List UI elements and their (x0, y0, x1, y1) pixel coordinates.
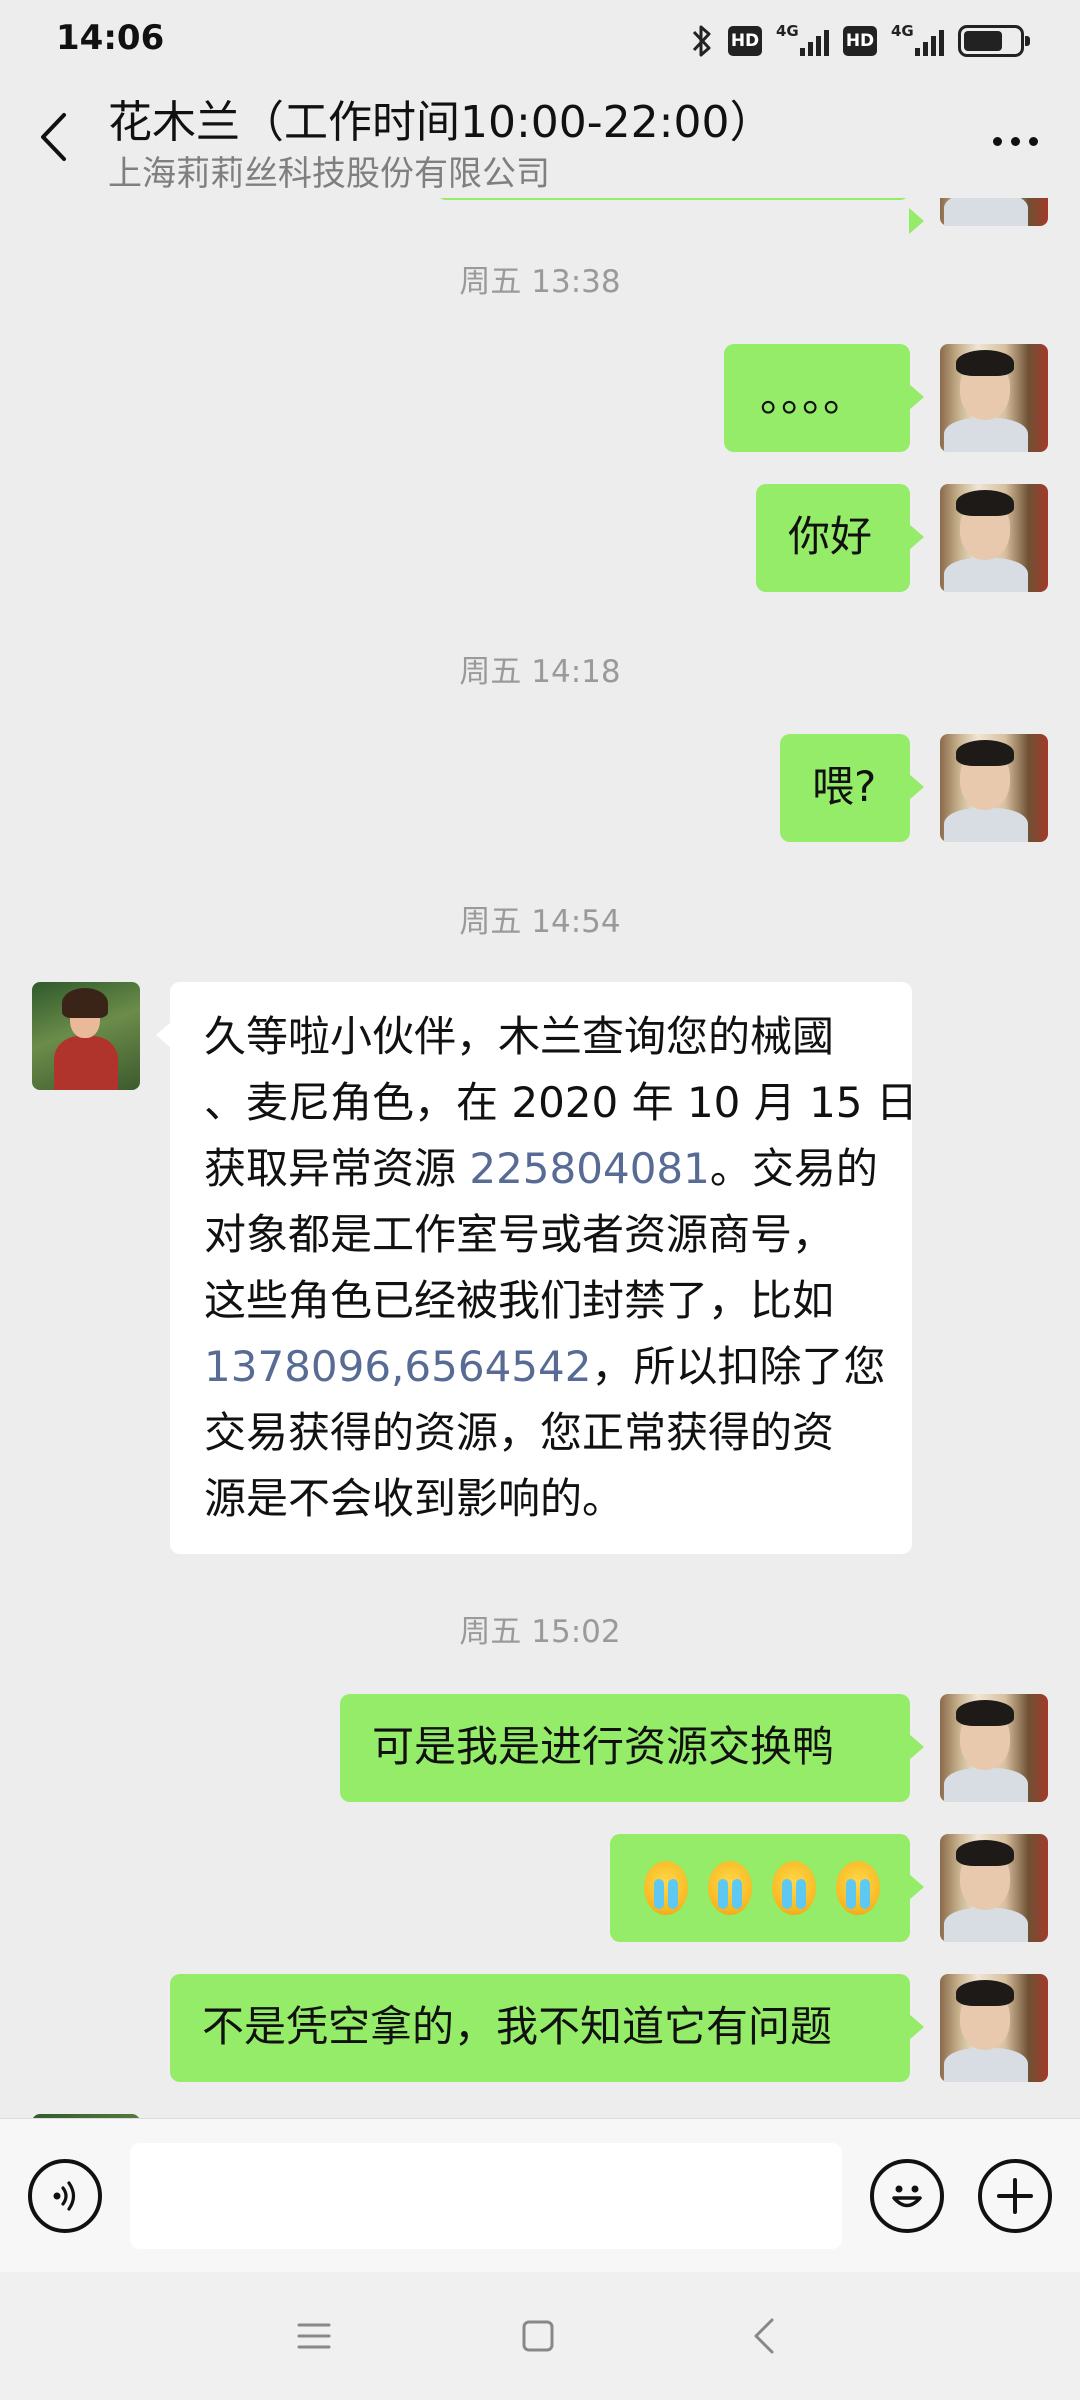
message-text: 喂? (812, 762, 877, 811)
network-type-label: 4G (776, 22, 799, 40)
crying-face-icon (708, 1861, 752, 1915)
message-text: 。。。。 (760, 372, 866, 421)
my-avatar[interactable] (940, 1834, 1048, 1942)
crying-face-icon (772, 1861, 816, 1915)
smiley-icon (892, 2185, 922, 2208)
chat-header: 花木兰（工作时间10:00-22:00） 上海莉莉丝科技股份有限公司 (0, 82, 1080, 198)
status-icons: HD 4G HD 4G (690, 20, 1030, 62)
voice-icon (53, 2181, 76, 2211)
voice-button[interactable] (28, 2159, 102, 2233)
message-bubble[interactable]: 你好 (756, 484, 924, 592)
my-avatar[interactable] (940, 1974, 1048, 2082)
hd-badge: HD (728, 26, 762, 56)
more-options-button[interactable] (980, 116, 1050, 166)
more-dot-icon (992, 136, 1002, 146)
network-type-label-2: 4G (891, 22, 914, 40)
my-avatar[interactable] (940, 484, 1048, 592)
timestamp: 周五 14:18 (459, 654, 621, 690)
crying-face-icon (644, 1861, 688, 1915)
message-input[interactable] (130, 2143, 842, 2249)
crying-face-icon (836, 1861, 880, 1915)
my-avatar[interactable] (940, 344, 1048, 452)
message-line: 源是不会收到影响的。 (204, 1474, 625, 1523)
hd-badge-2: HD (843, 26, 877, 56)
message-text: 可是我是进行资源交换鸭 (372, 1722, 835, 1771)
status-time: 14:06 (56, 18, 165, 58)
system-back-button[interactable] (734, 2306, 794, 2366)
battery-level (964, 31, 1002, 51)
timestamp: 周五 13:38 (459, 264, 621, 300)
number-link[interactable]: 1378096,6564542 (204, 1342, 591, 1391)
message-line: 对象都是工作室号或者资源商号， (204, 1210, 835, 1259)
message-line: 获取异常资源 225804081。交易的 (204, 1136, 912, 1202)
my-avatar[interactable] (940, 198, 1048, 226)
contact-avatar[interactable] (32, 982, 140, 1090)
my-avatar[interactable] (940, 734, 1048, 842)
message-line: 久等啦小伙伴，木兰查询您的械國 (204, 1012, 835, 1061)
message-line: 、麦尼角色，在 2020 年 10 月 15 日 (204, 1078, 918, 1127)
home-square-icon (522, 2320, 554, 2352)
message-bubble-partial[interactable] (436, 198, 924, 234)
message-text: 获取异常资源 (204, 1144, 470, 1193)
message-text: 你好 (788, 512, 873, 561)
message-bubble[interactable]: 不是凭空拿的，我不知道它有问题 (170, 1974, 924, 2082)
emoji-button[interactable] (870, 2159, 944, 2233)
back-button[interactable] (28, 102, 78, 172)
chat-subtitle: 上海莉莉丝科技股份有限公司 (108, 154, 550, 194)
recent-apps-button[interactable] (284, 2306, 344, 2366)
signal-icon-2: 4G (891, 22, 944, 56)
status-bar: 14:06 HD 4G HD 4G (0, 0, 1080, 82)
message-text: ，所以扣除了您 (591, 1342, 886, 1391)
timestamp: 周五 15:02 (459, 1614, 621, 1650)
message-bubble-received[interactable]: 久等啦小伙伴，木兰查询您的械國 、麦尼角色，在 2020 年 10 月 15 日… (156, 982, 918, 1554)
timestamp: 周五 14:54 (459, 904, 621, 940)
message-bubble-emoji[interactable] (610, 1834, 924, 1942)
more-dot-icon (1028, 136, 1038, 146)
message-bubble[interactable]: 。。。。 (724, 344, 924, 452)
home-button[interactable] (508, 2306, 568, 2366)
message-line: 这些角色已经被我们封禁了，比如 (204, 1276, 835, 1325)
emoji-row (644, 1834, 880, 1942)
menu-icon (297, 2323, 331, 2349)
signal-icon: 4G (776, 22, 829, 56)
battery-icon (958, 25, 1030, 57)
input-bar (0, 2118, 1080, 2272)
message-text: 。交易的 (709, 1144, 878, 1193)
system-nav-bar (0, 2272, 1080, 2400)
my-avatar[interactable] (940, 1694, 1048, 1802)
chevron-left-icon (41, 113, 66, 161)
message-line: 1378096,6564542，所以扣除了您 (204, 1334, 912, 1400)
message-bubble[interactable]: 喂? (780, 734, 924, 842)
more-functions-button[interactable] (978, 2159, 1052, 2233)
chat-title: 花木兰（工作时间10:00-22:00） (108, 97, 774, 148)
message-text: 不是凭空拿的，我不知道它有问题 (202, 2002, 833, 2051)
bluetooth-icon (692, 25, 711, 57)
plus-icon (997, 2178, 1033, 2214)
back-triangle-icon (754, 2318, 774, 2354)
message-bubble[interactable]: 可是我是进行资源交换鸭 (340, 1694, 924, 1802)
message-list[interactable]: 周五 13:38 。。。。 你好 周五 14:18 喂? 周五 14:54 久等… (0, 198, 1080, 2118)
more-dot-icon (1010, 136, 1020, 146)
message-line: 交易获得的资源，您正常获得的资 (204, 1408, 835, 1457)
number-link[interactable]: 225804081 (469, 1144, 710, 1193)
